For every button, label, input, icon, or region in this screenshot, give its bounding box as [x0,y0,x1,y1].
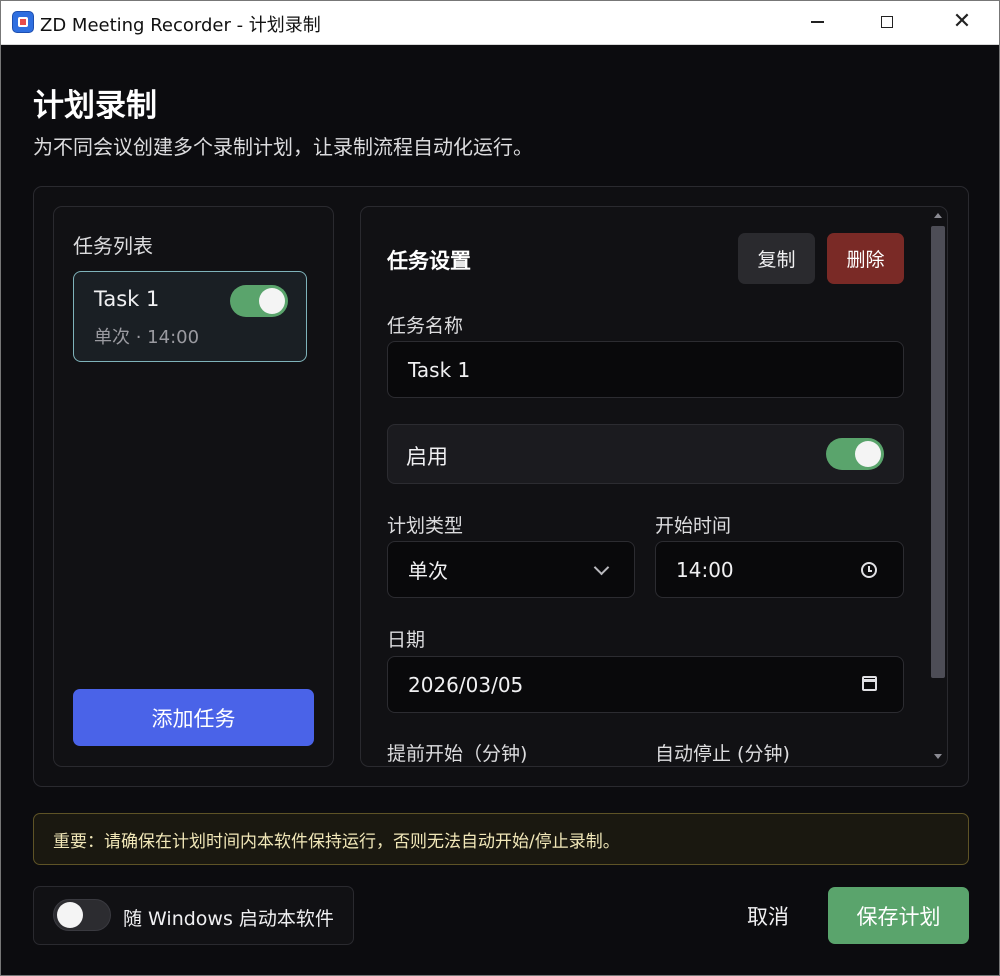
minimize-button[interactable] [802,8,832,36]
task-item-meta: 单次 · 14:00 [94,327,200,348]
toggle-knob [259,288,285,314]
toggle-knob [855,441,881,467]
page-title: 计划录制 [33,88,157,124]
title-bar: ZD Meeting Recorder - 计划录制 ✕ [0,0,1000,45]
close-icon: ✕ [952,9,972,34]
date-input[interactable]: 2026/03/05 [387,656,904,713]
schedule-type-label: 计划类型 [387,515,464,537]
minimize-icon [810,21,824,23]
start-time-label: 开始时间 [655,515,732,537]
task-enable-toggle[interactable] [230,285,288,317]
task-settings-title: 任务设置 [387,249,471,273]
clock-icon[interactable] [861,562,877,578]
page-subtitle: 为不同会议创建多个录制计划，让录制流程自动化运行。 [33,135,533,159]
enable-label: 启用 [406,445,448,469]
copy-button[interactable]: 复制 [738,233,815,284]
delete-button[interactable]: 删除 [827,233,904,284]
task-list-title: 任务列表 [73,234,153,258]
window-title: ZD Meeting Recorder - 计划录制 [40,15,321,36]
scrollbar-thumb[interactable] [931,226,945,678]
date-label: 日期 [387,629,426,651]
task-name-label: 任务名称 [387,315,464,337]
advance-start-label: 提前开始（分钟) [387,743,528,765]
scroll-up-icon[interactable] [934,213,942,218]
calendar-icon[interactable] [862,676,877,691]
autostart-toggle[interactable] [53,899,111,931]
scroll-down-icon[interactable] [934,754,942,759]
maximize-icon [881,16,893,28]
auto-stop-label: 自动停止 (分钟) [655,743,790,765]
save-plan-button[interactable]: 保存计划 [828,887,969,944]
close-button[interactable]: ✕ [947,8,977,36]
task-item-name: Task 1 [94,287,160,311]
cancel-button[interactable]: 取消 [728,888,808,943]
enable-toggle[interactable] [826,438,884,470]
maximize-button[interactable] [872,8,902,36]
autostart-label: 随 Windows 启动本软件 [123,908,334,930]
add-task-button[interactable]: 添加任务 [73,689,314,746]
toggle-knob [57,902,83,928]
app-icon [12,11,34,33]
task-name-input[interactable]: Task 1 [387,341,904,398]
warning-banner: 重要：请确保在计划时间内本软件保持运行，否则无法自动开始/停止录制。 [33,813,969,865]
